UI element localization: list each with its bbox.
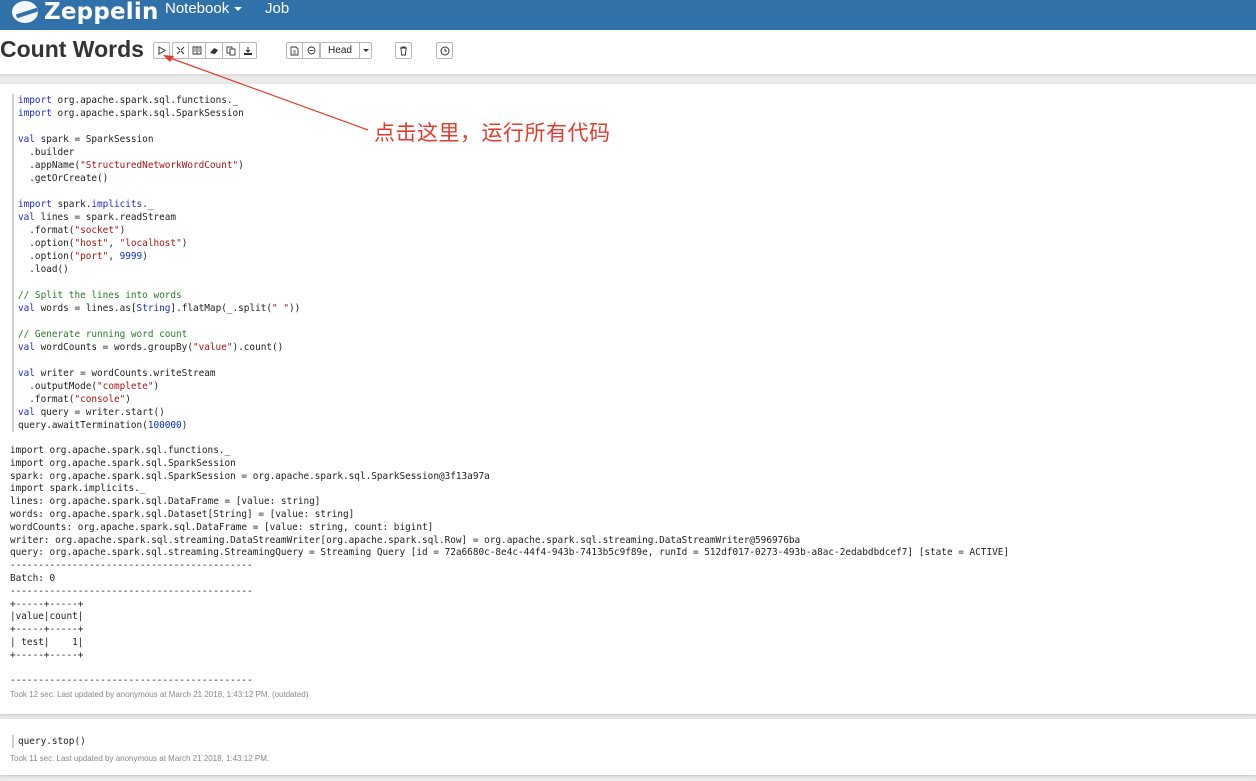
page-title[interactable]: Count Words: [0, 36, 144, 63]
navbar: Zeppelin Notebook Job: [0, 0, 1256, 30]
code-line: .format("console"): [18, 394, 131, 405]
paragraph-status: Took 12 sec. Last updated by anonymous a…: [10, 690, 309, 699]
output-line: import org.apache.spark.sql.SparkSession: [10, 457, 236, 469]
code-line: .option("host", "localhost"): [18, 238, 188, 249]
code-line: val spark = SparkSession: [18, 134, 154, 145]
paragraph: query.stop() Took 11 sec. Last updated b…: [0, 719, 1256, 775]
nav-job-link[interactable]: Job: [265, 0, 289, 17]
clock-icon: [440, 46, 449, 55]
output-line: lines: org.apache.spark.sql.DataFrame = …: [10, 496, 321, 508]
copy-icon: [226, 46, 236, 55]
code-line: .option("port", 9999): [18, 251, 148, 262]
show-hide-code-button[interactable]: [172, 42, 189, 59]
zeppelin-logo-icon: [12, 1, 38, 23]
code-line: val words = lines.as[String].flatMap(_.s…: [18, 303, 301, 314]
code-line: val wordCounts = words.groupBy("value").…: [18, 342, 284, 353]
output-line: +-----+-----+: [10, 624, 84, 636]
trash-icon: [400, 46, 407, 55]
clone-note-button[interactable]: [223, 42, 240, 59]
code-line: // Split the lines into words: [18, 290, 182, 301]
code-line: .builder: [18, 147, 75, 158]
output-line: query: org.apache.spark.sql.streaming.St…: [10, 547, 1010, 559]
code-line: query.stop(): [18, 736, 86, 747]
code-line: .outputMode("complete"): [18, 381, 160, 392]
code-editor[interactable]: import org.apache.spark.sql.functions._i…: [12, 94, 1248, 432]
output-line: spark: org.apache.spark.sql.SparkSession…: [10, 470, 490, 482]
output-line: +-----+-----+: [10, 649, 84, 661]
nav-notebook-menu[interactable]: Notebook: [165, 0, 243, 17]
paragraph-status: Took 11 sec. Last updated by anonymous a…: [10, 754, 270, 763]
export-note-button[interactable]: [240, 42, 257, 59]
book-icon: [192, 46, 202, 55]
logo[interactable]: Zeppelin: [12, 0, 159, 30]
play-icon: [158, 46, 166, 55]
output-line: words: org.apache.spark.sql.Dataset[Stri…: [10, 508, 355, 520]
version-control-button[interactable]: [286, 42, 303, 59]
code-line: import spark.implicits._: [18, 199, 154, 210]
output-line: +-----+-----+: [10, 598, 84, 610]
code-line: import org.apache.spark.sql.functions._: [18, 95, 239, 106]
annotation-text: 点击这里，运行所有代码: [374, 121, 611, 145]
caret-down-icon: [234, 7, 243, 12]
display-mode-label: Head: [328, 45, 352, 56]
output-line: ----------------------------------------…: [10, 675, 253, 681]
code-line: query.awaitTermination(100000): [18, 420, 188, 431]
delete-note-button[interactable]: [395, 42, 412, 59]
code-line: val writer = wordCounts.writeStream: [18, 368, 216, 379]
note-header: Count Words Head: [0, 30, 1256, 75]
note-action-group: [172, 42, 257, 59]
eraser-icon: [210, 48, 218, 54]
paragraph: import org.apache.spark.sql.functions._ i…: [0, 84, 1256, 714]
nav-job-label: Job: [265, 0, 290, 17]
output-line: import org.apache.spark.sql.functions._: [10, 445, 231, 456]
output-line: |value|count|: [10, 611, 84, 623]
show-hide-output-button[interactable]: [189, 42, 206, 59]
code-line: .getOrCreate(): [18, 173, 109, 184]
code-line: val query = writer.start(): [18, 407, 165, 418]
download-icon: [244, 46, 252, 55]
circle-icon: [307, 46, 315, 55]
output-line: Batch: 0: [10, 572, 56, 584]
code-line: .format("socket"): [18, 225, 126, 236]
version-control-group: [286, 42, 320, 59]
file-icon: [290, 46, 299, 55]
code-line: import org.apache.spark.sql.SparkSession: [18, 108, 244, 119]
output-line: ----------------------------------------…: [10, 585, 253, 597]
commit-button[interactable]: [303, 42, 320, 59]
expand-icon: [176, 46, 185, 55]
code-line: // Generate running word count: [18, 329, 188, 340]
code-line: .load(): [18, 264, 69, 275]
output-line: | test| 1|: [10, 636, 84, 648]
logo-text: Zeppelin: [44, 0, 159, 25]
schedule-button[interactable]: [436, 42, 453, 59]
code-editor[interactable]: query.stop(): [12, 735, 1248, 748]
clear-output-button[interactable]: [206, 42, 223, 59]
output-line: wordCounts: org.apache.spark.sql.DataFra…: [10, 521, 434, 533]
output-line: writer: org.apache.spark.sql.streaming.D…: [10, 534, 801, 546]
output-line: ----------------------------------------…: [10, 560, 253, 572]
run-all-button[interactable]: [153, 42, 170, 59]
output-line: import spark.implicits._: [10, 483, 146, 495]
paragraph-output: import org.apache.spark.sql.functions._ i…: [10, 445, 1240, 681]
display-mode-select[interactable]: Head: [320, 42, 372, 59]
nav-notebook-label: Notebook: [165, 0, 230, 17]
chevron-down-icon: [359, 43, 371, 58]
code-line: .appName("StructuredNetworkWordCount"): [18, 160, 244, 171]
code-line: val lines = spark.readStream: [18, 212, 177, 223]
